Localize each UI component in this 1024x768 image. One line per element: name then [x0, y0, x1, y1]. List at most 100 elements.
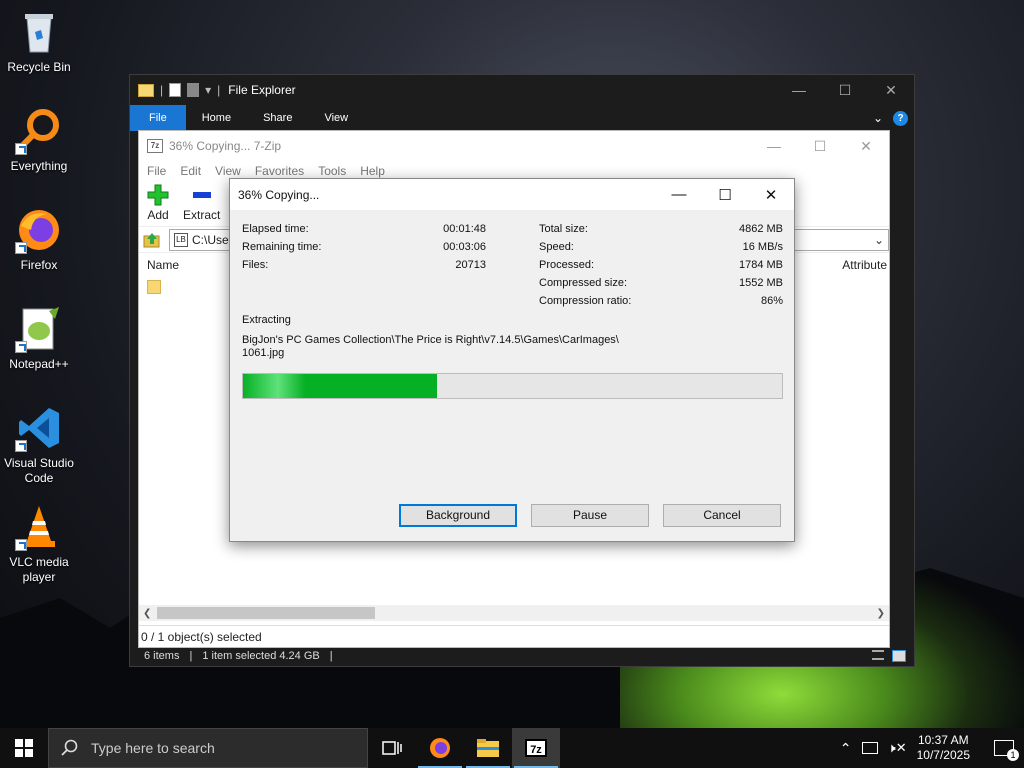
item-count: 6 items: [144, 650, 180, 662]
clock[interactable]: 10:37 AM 10/7/2025: [917, 733, 970, 763]
desktop-icon-everything[interactable]: Everything: [0, 107, 78, 174]
firefox-icon: [15, 206, 63, 254]
divider: |: [217, 83, 221, 97]
taskbar-7zip[interactable]: 7z: [512, 728, 560, 768]
progress-fill: [243, 374, 438, 398]
desktop-icon-label: VLC media player: [9, 555, 69, 584]
stat-label: Compressed size:: [539, 277, 628, 289]
extract-button[interactable]: Extract: [183, 184, 220, 222]
firefox-icon: [430, 738, 450, 758]
volume-muted-icon[interactable]: 🕨✕: [888, 740, 907, 756]
search-icon: [61, 739, 78, 756]
dialog-titlebar: 36% Copying... — ☐ ✕: [230, 179, 794, 210]
add-button[interactable]: Add: [147, 184, 169, 222]
menu-tools[interactable]: Tools: [318, 164, 346, 178]
column-attributes[interactable]: Attribute: [842, 258, 887, 272]
shortcut-arrow-icon: [15, 143, 27, 155]
desktop-icon-recycle-bin[interactable]: Recycle Bin: [0, 8, 78, 75]
file-explorer-icon: [477, 739, 499, 757]
everything-search-icon: [15, 107, 63, 155]
task-view-icon: [382, 741, 402, 755]
column-name[interactable]: Name: [147, 258, 179, 272]
divider: |: [189, 650, 193, 662]
close-icon[interactable]: ✕: [843, 131, 889, 161]
taskbar: Type here to search 7z ⌃ 🕨✕ 10:37 AM 10/…: [0, 728, 1024, 768]
taskbar-firefox[interactable]: [416, 728, 464, 768]
taskbar-file-explorer[interactable]: [464, 728, 512, 768]
dialog-title: 36% Copying...: [238, 187, 320, 202]
stat-label: Remaining time:: [242, 241, 322, 253]
maximize-icon[interactable]: ☐: [702, 180, 748, 210]
folder-icon: [147, 280, 161, 294]
desktop-icon-vscode[interactable]: Visual Studio Code: [0, 404, 78, 486]
menu-help[interactable]: Help: [360, 164, 385, 178]
minimize-icon[interactable]: —: [776, 75, 822, 105]
scrollbar-thumb[interactable]: [157, 607, 375, 619]
new-folder-icon[interactable]: [187, 83, 200, 97]
large-icons-view-icon[interactable]: [892, 650, 906, 662]
path-line: 1061.jpg: [242, 347, 285, 359]
folder-up-icon[interactable]: [143, 231, 161, 249]
close-icon[interactable]: ✕: [748, 180, 794, 210]
help-icon[interactable]: ?: [893, 110, 908, 126]
minimize-icon[interactable]: —: [656, 180, 702, 210]
drive-icon: LB: [174, 232, 188, 247]
tab-share[interactable]: Share: [247, 105, 308, 131]
chevron-right-icon[interactable]: ❯: [877, 608, 885, 619]
chevron-up-icon[interactable]: ⌃: [840, 740, 852, 757]
stat-compression-ratio: Compression ratio: 86%: [539, 294, 783, 308]
taskbar-search-box[interactable]: Type here to search: [48, 728, 368, 768]
minimize-icon[interactable]: —: [751, 131, 797, 161]
chevron-down-icon[interactable]: ⌄: [873, 111, 883, 125]
minus-icon: [191, 184, 213, 206]
desktop-icon-vlc[interactable]: VLC media player: [0, 503, 78, 585]
vscode-icon: [15, 404, 63, 452]
properties-icon[interactable]: [169, 83, 182, 97]
progress-bar: [242, 373, 783, 399]
menu-edit[interactable]: Edit: [180, 164, 201, 178]
maximize-icon[interactable]: ☐: [822, 75, 868, 105]
plus-icon: [147, 184, 169, 206]
explorer-title: File Explorer: [228, 83, 296, 97]
sevenzip-logo-icon: 7z: [147, 139, 163, 153]
operation-label: Extracting: [242, 314, 291, 326]
clock-time: 10:37 AM: [917, 733, 969, 747]
details-view-icon[interactable]: [872, 650, 884, 660]
shortcut-arrow-icon: [15, 539, 27, 551]
desktop-icon-label: Notepad++: [9, 357, 69, 371]
horizontal-scrollbar[interactable]: ❮ ❯: [139, 605, 889, 621]
cancel-button[interactable]: Cancel: [663, 504, 781, 527]
notification-icon[interactable]: 1: [994, 740, 1019, 761]
chevron-down-icon[interactable]: ⌄: [870, 233, 888, 247]
maximize-icon[interactable]: ☐: [797, 131, 843, 161]
start-button[interactable]: [0, 728, 48, 768]
sevenzip-icon: 7z: [525, 739, 547, 757]
menu-favorites[interactable]: Favorites: [255, 164, 304, 178]
stat-value: 16 MB/s: [742, 241, 783, 253]
close-icon[interactable]: ✕: [868, 75, 914, 105]
chevron-left-icon[interactable]: ❮: [143, 608, 151, 619]
selection-info: 1 item selected 4.24 GB: [202, 650, 320, 662]
shortcut-arrow-icon: [15, 341, 27, 353]
tab-file[interactable]: File: [130, 105, 186, 131]
sevenzip-status-bar: 0 / 1 object(s) selected: [139, 625, 889, 647]
desktop-icon-firefox[interactable]: Firefox: [0, 206, 78, 273]
network-icon[interactable]: [861, 742, 878, 754]
background-button[interactable]: Background: [399, 504, 517, 527]
desktop-icon-label: Visual Studio Code: [4, 456, 74, 485]
pause-button[interactable]: Pause: [531, 504, 649, 527]
menu-file[interactable]: File: [147, 164, 166, 178]
system-tray: ⌃ 🕨✕ 10:37 AM 10/7/2025 1: [840, 728, 1024, 768]
qat-dropdown-icon[interactable]: ▾: [205, 83, 211, 97]
extract-label: Extract: [183, 208, 221, 222]
tab-home[interactable]: Home: [186, 105, 247, 131]
stat-speed: Speed: 16 MB/s: [539, 240, 783, 254]
desktop-icon-notepadpp[interactable]: Notepad++: [0, 305, 78, 372]
task-view-button[interactable]: [368, 728, 416, 768]
vlc-cone-icon: [15, 503, 63, 551]
shortcut-arrow-icon: [15, 440, 27, 452]
tab-view[interactable]: View: [308, 105, 364, 131]
path-text: C:\Use: [192, 232, 229, 247]
menu-view[interactable]: View: [215, 164, 241, 178]
path-line: BigJon's PC Games Collection\The Price i…: [242, 334, 619, 346]
